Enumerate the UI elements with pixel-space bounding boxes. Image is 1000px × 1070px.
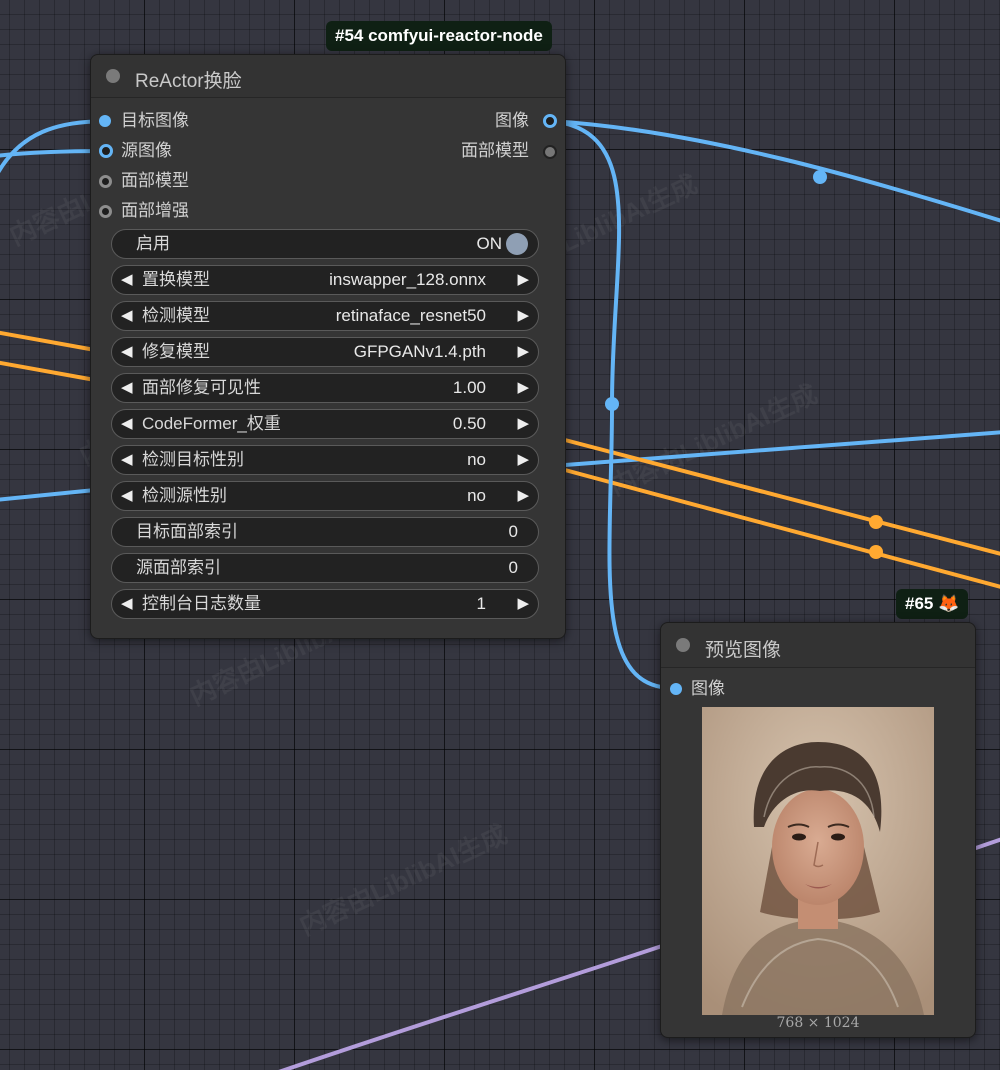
widget-value: 1	[476, 594, 486, 613]
link-latent	[278, 943, 666, 1070]
node-title-bar[interactable]: 预览图像	[661, 623, 975, 668]
slot-label: 源图像	[121, 141, 172, 160]
widget-value: 0.50	[452, 414, 486, 433]
slot-label: 面部增强	[121, 201, 189, 220]
node-id-badge: #65 🦊	[896, 589, 969, 619]
combo-detect-source-gender[interactable]: ◀ 检测源性别 no ▶	[111, 481, 539, 511]
node-title: 预览图像	[705, 640, 782, 661]
output-dot-icon[interactable]	[543, 145, 557, 159]
preview-image[interactable]	[702, 707, 934, 1015]
arrow-right-icon[interactable]: ▶	[517, 410, 529, 438]
arrow-right-icon[interactable]: ▶	[517, 590, 529, 618]
combo-detect-target-gender[interactable]: ◀ 检测目标性别 no ▶	[111, 445, 539, 475]
link-model	[0, 360, 96, 382]
widget-label: 启用	[136, 234, 170, 253]
link-model	[564, 438, 1000, 556]
input-dot-icon[interactable]	[99, 115, 111, 127]
arrow-left-icon[interactable]: ◀	[121, 590, 133, 618]
widget-label: 目标面部索引	[136, 522, 238, 541]
link-reroute-dot	[813, 170, 827, 184]
input-ring-icon[interactable]	[99, 205, 112, 218]
node-title: ReActor换脸	[135, 71, 242, 92]
widget-label: 检测源性别	[142, 486, 227, 505]
arrow-left-icon[interactable]: ◀	[121, 482, 133, 510]
slot-label: 图像	[495, 111, 529, 130]
link-reroute-dot	[605, 397, 619, 411]
slot-label: 面部模型	[121, 171, 189, 190]
reactor-node[interactable]: ReActor换脸 目标图像 源图像 面部模型 面部增强 图像 面部模型 启用 …	[90, 54, 566, 639]
arrow-right-icon[interactable]: ▶	[517, 374, 529, 402]
widget-label: 置换模型	[142, 270, 210, 289]
input-ring-icon[interactable]	[99, 175, 112, 188]
widget-label: 检测目标性别	[142, 450, 244, 469]
number-codeformer-weight[interactable]: ◀ CodeFormer_权重 0.50 ▶	[111, 409, 539, 439]
link-image	[0, 488, 96, 502]
link-model	[564, 468, 1000, 589]
widget-value: no	[467, 486, 486, 505]
output-slot-image[interactable]: 图像	[437, 110, 557, 132]
text-target-face-index[interactable]: 目标面部索引 0	[111, 517, 539, 547]
arrow-right-icon[interactable]: ▶	[517, 446, 529, 474]
slot-label: 目标图像	[121, 111, 189, 130]
input-ring-icon[interactable]	[99, 144, 113, 158]
number-restore-visibility[interactable]: ◀ 面部修复可见性 1.00 ▶	[111, 373, 539, 403]
link-reroute-dot	[869, 515, 883, 529]
toggle-value: ON	[476, 234, 503, 253]
widget-value: GFPGANv1.4.pth	[353, 342, 486, 361]
node-title-bar[interactable]: ReActor换脸	[91, 55, 565, 98]
widget-label: 面部修复可见性	[142, 378, 261, 397]
output-ring-icon[interactable]	[543, 114, 557, 128]
widget-value: retinaface_resnet50	[335, 306, 486, 325]
combo-detection-model[interactable]: ◀ 检测模型 retinaface_resnet50 ▶	[111, 301, 539, 331]
combo-swap-model[interactable]: ◀ 置换模型 inswapper_128.onnx ▶	[111, 265, 539, 295]
widget-value: no	[467, 450, 486, 469]
node-id-badge: #54 comfyui-reactor-node	[326, 21, 552, 51]
output-slot-face-model[interactable]: 面部模型	[437, 140, 557, 162]
slot-label: 图像	[691, 679, 725, 698]
toggle-enabled[interactable]: 启用 ON	[111, 229, 539, 259]
widget-label: CodeFormer_权重	[142, 414, 281, 433]
widget-value: 0	[508, 522, 518, 541]
arrow-right-icon[interactable]: ▶	[517, 266, 529, 294]
toggle-knob-icon[interactable]	[506, 233, 528, 255]
combo-restore-model[interactable]: ◀ 修复模型 GFPGANv1.4.pth ▶	[111, 337, 539, 367]
arrow-left-icon[interactable]: ◀	[121, 410, 133, 438]
arrow-left-icon[interactable]: ◀	[121, 374, 133, 402]
text-source-face-index[interactable]: 源面部索引 0	[111, 553, 539, 583]
widget-label: 控制台日志数量	[142, 594, 261, 613]
arrow-left-icon[interactable]: ◀	[121, 266, 133, 294]
slot-label: 面部模型	[461, 141, 529, 160]
widget-value: inswapper_128.onnx	[329, 270, 486, 289]
widget-value: 1.00	[452, 378, 486, 397]
link-image	[564, 430, 1000, 467]
arrow-left-icon[interactable]: ◀	[121, 338, 133, 366]
arrow-right-icon[interactable]: ▶	[517, 302, 529, 330]
widget-label: 修复模型	[142, 342, 210, 361]
arrow-right-icon[interactable]: ▶	[517, 482, 529, 510]
widget-value: 0	[508, 558, 518, 577]
collapse-dot-icon[interactable]	[106, 69, 120, 83]
link-model	[0, 330, 96, 352]
preview-image-node[interactable]: 预览图像 图像 768 × 1024	[660, 622, 976, 1038]
link-reroute-dot	[869, 545, 883, 559]
arrow-right-icon[interactable]: ▶	[517, 338, 529, 366]
arrow-left-icon[interactable]: ◀	[121, 302, 133, 330]
image-size-caption: 768 × 1024	[776, 1015, 860, 1031]
collapse-dot-icon[interactable]	[676, 638, 690, 652]
arrow-left-icon[interactable]: ◀	[121, 446, 133, 474]
widget-label: 检测模型	[142, 306, 210, 325]
portrait-image	[702, 707, 934, 1015]
combo-console-log-level[interactable]: ◀ 控制台日志数量 1 ▶	[111, 589, 539, 619]
widget-label: 源面部索引	[136, 558, 221, 577]
input-dot-icon[interactable]	[670, 683, 682, 695]
